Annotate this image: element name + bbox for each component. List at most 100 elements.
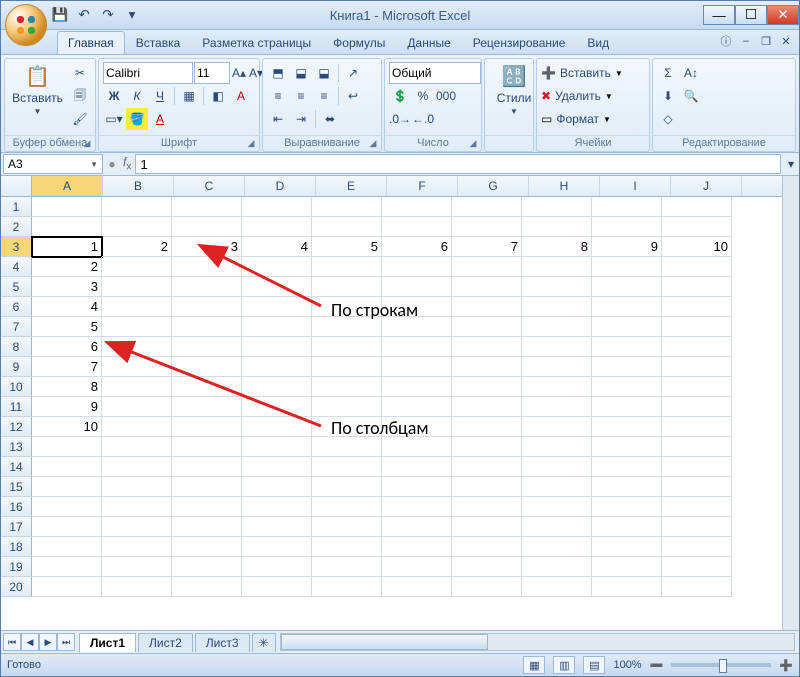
cell[interactable] (102, 437, 172, 457)
cell[interactable] (592, 377, 662, 397)
cell[interactable] (592, 537, 662, 557)
column-header[interactable]: C (174, 176, 245, 196)
cell[interactable] (32, 197, 102, 217)
zoom-level[interactable]: 100% (613, 659, 641, 671)
cell[interactable] (592, 517, 662, 537)
merge-button[interactable]: ⬌ (319, 108, 341, 130)
row-header[interactable]: 8 (1, 337, 32, 357)
cells-delete-button[interactable]: Удалить (552, 85, 604, 107)
cell[interactable] (312, 297, 382, 317)
dialog-launcher-icon[interactable]: ◢ (467, 138, 479, 150)
cell[interactable]: 4 (32, 297, 102, 317)
cell[interactable] (522, 477, 592, 497)
cell[interactable] (452, 357, 522, 377)
cell[interactable] (312, 437, 382, 457)
column-header[interactable]: E (316, 176, 387, 196)
border-dropdown[interactable]: ▭▾ (103, 108, 125, 130)
cell[interactable] (32, 577, 102, 597)
cell[interactable] (592, 357, 662, 377)
chevron-down-icon[interactable]: ▼ (615, 69, 623, 78)
cell[interactable] (102, 497, 172, 517)
row-header[interactable]: 5 (1, 277, 32, 297)
cell[interactable]: 10 (32, 417, 102, 437)
cell[interactable] (172, 397, 242, 417)
cell[interactable] (172, 437, 242, 457)
fill-button[interactable]: ⬇ (657, 85, 679, 107)
fill-dropdown[interactable]: 🪣 (126, 108, 148, 130)
cell[interactable] (242, 217, 312, 237)
cells-format-button[interactable]: Формат (553, 108, 602, 130)
cell[interactable] (382, 537, 452, 557)
cell[interactable] (522, 577, 592, 597)
column-header[interactable]: A (32, 176, 103, 196)
cell[interactable]: 5 (312, 237, 382, 257)
cell[interactable] (102, 337, 172, 357)
cell[interactable] (32, 437, 102, 457)
cell[interactable] (382, 217, 452, 237)
cell[interactable] (522, 497, 592, 517)
row-header[interactable]: 7 (1, 317, 32, 337)
copy-button[interactable]: 🗐 (69, 85, 91, 107)
cell[interactable] (312, 577, 382, 597)
cell[interactable] (312, 217, 382, 237)
align-middle-button[interactable]: ⬓ (290, 62, 312, 84)
cell[interactable] (102, 297, 172, 317)
view-page-break-button[interactable]: ▤ (583, 656, 605, 674)
worksheet-grid[interactable]: ABCDEFGHIJ 12312345678910425364758697108… (1, 176, 799, 630)
number-format-combo[interactable] (389, 62, 481, 84)
cell[interactable] (172, 537, 242, 557)
tab-review[interactable]: Рецензирование (462, 31, 577, 54)
cell[interactable]: 2 (102, 237, 172, 257)
cell[interactable] (662, 217, 732, 237)
row-header[interactable]: 14 (1, 457, 32, 477)
cell[interactable] (102, 517, 172, 537)
cell[interactable] (32, 517, 102, 537)
cell[interactable] (102, 277, 172, 297)
align-bottom-button[interactable]: ⬓ (313, 62, 335, 84)
chevron-down-icon[interactable]: ▼ (90, 160, 98, 169)
cell[interactable] (242, 297, 312, 317)
sheet-first-button[interactable]: ⏮ (3, 633, 21, 651)
cell[interactable] (522, 277, 592, 297)
cell[interactable] (242, 257, 312, 277)
cell[interactable] (452, 337, 522, 357)
cell[interactable]: 2 (32, 257, 102, 277)
cell[interactable] (172, 417, 242, 437)
cell[interactable] (592, 577, 662, 597)
row-header[interactable]: 11 (1, 397, 32, 417)
cell[interactable] (242, 397, 312, 417)
cell[interactable] (312, 497, 382, 517)
cell[interactable] (522, 437, 592, 457)
cell[interactable] (242, 197, 312, 217)
formula-input[interactable] (135, 154, 781, 174)
cell[interactable] (382, 517, 452, 537)
select-all-corner[interactable] (1, 176, 32, 196)
maximize-button[interactable]: ☐ (735, 5, 767, 25)
cell[interactable] (592, 277, 662, 297)
cell[interactable] (662, 357, 732, 377)
cell[interactable]: 6 (32, 337, 102, 357)
cell[interactable] (242, 357, 312, 377)
vertical-scrollbar[interactable] (782, 176, 799, 630)
tab-home[interactable]: Главная (57, 31, 125, 54)
cell[interactable]: 7 (32, 357, 102, 377)
cell[interactable] (172, 337, 242, 357)
row-header[interactable]: 18 (1, 537, 32, 557)
cell[interactable] (172, 217, 242, 237)
name-box[interactable]: A3 ▼ (3, 154, 103, 174)
cell[interactable]: 4 (242, 237, 312, 257)
cell[interactable]: 7 (452, 237, 522, 257)
cell[interactable] (242, 277, 312, 297)
cell[interactable] (172, 457, 242, 477)
sheet-tab-1[interactable]: Лист1 (79, 633, 136, 652)
cell[interactable] (662, 317, 732, 337)
dialog-launcher-icon[interactable]: ◢ (245, 138, 257, 150)
align-right-button[interactable]: ≡ (313, 85, 335, 107)
row-header[interactable]: 4 (1, 257, 32, 277)
cell[interactable] (592, 257, 662, 277)
cell[interactable] (452, 437, 522, 457)
cell[interactable] (312, 337, 382, 357)
column-header[interactable]: G (458, 176, 529, 196)
cell[interactable] (452, 457, 522, 477)
cell[interactable] (662, 377, 732, 397)
